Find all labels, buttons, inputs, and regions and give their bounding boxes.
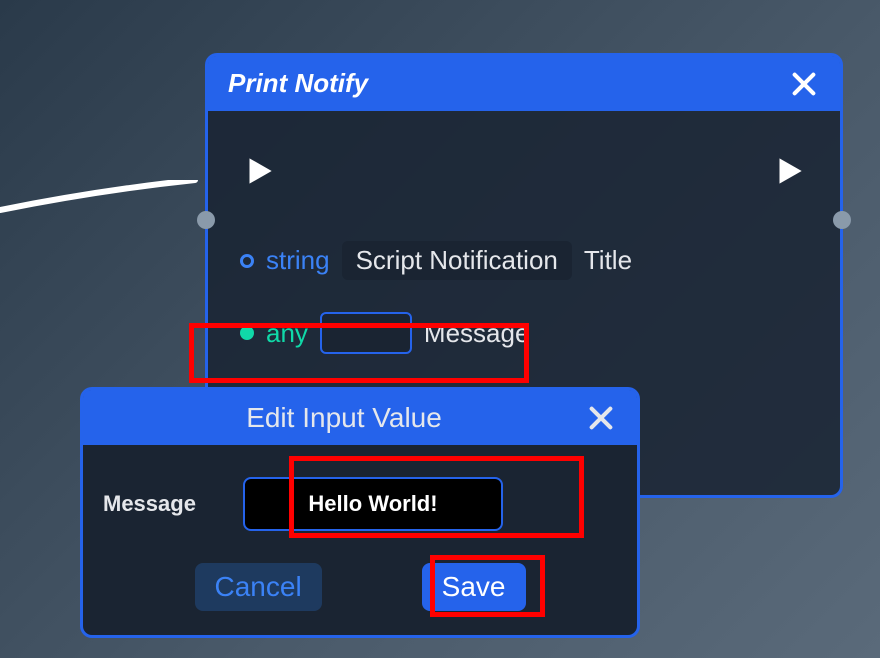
exec-output[interactable] — [770, 152, 808, 190]
message-value-box[interactable] — [320, 312, 412, 354]
any-pin[interactable] — [240, 326, 254, 340]
close-icon — [587, 404, 615, 432]
close-node-button[interactable] — [788, 68, 820, 100]
param-row-message: any Message — [228, 312, 820, 354]
type-label-any: any — [266, 318, 308, 349]
param-row-title: string Script Notification Title — [228, 241, 820, 280]
node-header[interactable]: Print Notify — [208, 56, 840, 111]
dialog-body: Message Cancel Save — [83, 445, 637, 635]
dialog-header[interactable]: Edit Input Value — [83, 390, 637, 445]
param-name-message: Message — [424, 318, 530, 349]
save-button[interactable]: Save — [422, 563, 526, 611]
param-name-title: Title — [584, 245, 632, 276]
exec-row — [228, 141, 820, 201]
title-value-box[interactable]: Script Notification — [342, 241, 572, 280]
input-label: Message — [103, 491, 223, 517]
node-title: Print Notify — [228, 68, 368, 99]
message-input[interactable] — [243, 477, 503, 531]
play-icon — [240, 152, 278, 190]
dialog-title: Edit Input Value — [246, 402, 442, 434]
input-row: Message — [103, 477, 617, 531]
button-row: Cancel Save — [103, 563, 617, 611]
close-dialog-button[interactable] — [585, 402, 617, 434]
exec-input[interactable] — [240, 152, 278, 190]
cancel-button[interactable]: Cancel — [195, 563, 322, 611]
type-label-string: string — [266, 245, 330, 276]
edit-input-dialog: Edit Input Value Message Cancel Save — [80, 387, 640, 638]
string-pin[interactable] — [240, 254, 254, 268]
close-icon — [790, 70, 818, 98]
connection-wire — [0, 180, 200, 230]
play-icon — [770, 152, 808, 190]
node-body: string Script Notification Title any Mes… — [208, 111, 840, 416]
